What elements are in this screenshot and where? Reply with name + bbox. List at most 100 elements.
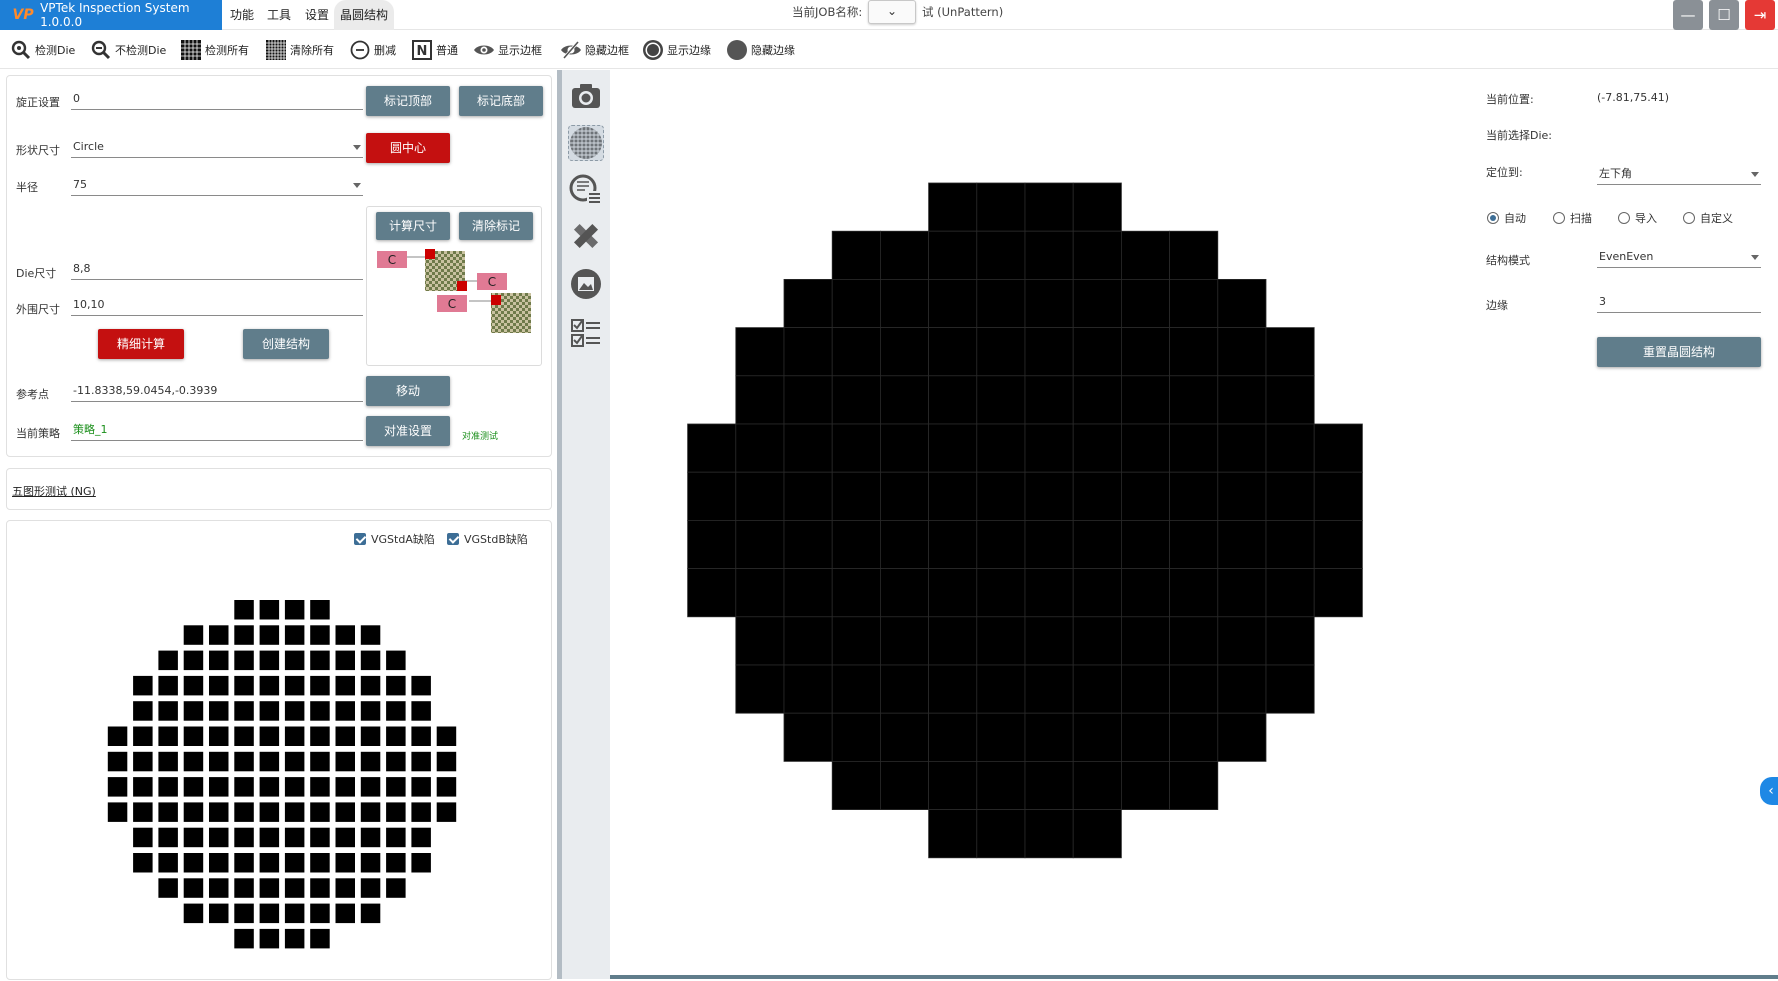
- mini-map-die[interactable]: [158, 751, 178, 772]
- mini-map-die[interactable]: [209, 878, 229, 898]
- mini-map-die[interactable]: [234, 600, 254, 620]
- wafer-die[interactable]: [1072, 616, 1122, 666]
- skip-die-button[interactable]: 不检测Die: [90, 38, 166, 62]
- wafer-die[interactable]: [831, 423, 881, 473]
- mini-map-die[interactable]: [259, 878, 280, 898]
- wafer-die[interactable]: [976, 664, 1026, 714]
- mini-map-die[interactable]: [360, 726, 381, 747]
- wafer-die[interactable]: [976, 327, 1026, 377]
- wafer-die[interactable]: [1313, 519, 1363, 569]
- mini-map-die[interactable]: [335, 853, 356, 873]
- normal-button[interactable]: N 普通: [411, 38, 458, 62]
- wafer-die[interactable]: [879, 712, 929, 762]
- wafer-die[interactable]: [879, 519, 929, 569]
- wafer-die[interactable]: [735, 423, 785, 473]
- mini-map-die[interactable]: [284, 751, 305, 772]
- wafer-die[interactable]: [928, 664, 978, 714]
- wafer-die[interactable]: [783, 664, 833, 714]
- mini-map-die[interactable]: [107, 802, 128, 822]
- mini-map-die[interactable]: [259, 600, 280, 620]
- wafer-die[interactable]: [1217, 375, 1267, 425]
- wafer-die[interactable]: [1120, 568, 1170, 618]
- mini-map-die[interactable]: [284, 675, 305, 696]
- mini-map-die[interactable]: [259, 903, 280, 924]
- wafer-die[interactable]: [1120, 616, 1170, 666]
- wafer-die[interactable]: [1024, 423, 1074, 473]
- mini-map-die[interactable]: [284, 802, 305, 822]
- wafer-die[interactable]: [831, 230, 881, 280]
- mini-map-die[interactable]: [158, 827, 178, 848]
- wafer-map-canvas[interactable]: [610, 70, 1440, 975]
- wafer-die[interactable]: [928, 375, 978, 425]
- wafer-die[interactable]: [1169, 519, 1219, 569]
- wafer-die[interactable]: [1024, 278, 1074, 328]
- mini-map-die[interactable]: [133, 777, 153, 797]
- wafer-die[interactable]: [783, 375, 833, 425]
- mini-map-die[interactable]: [158, 701, 178, 721]
- exit-button[interactable]: ⇥: [1745, 0, 1775, 30]
- mini-map-die[interactable]: [310, 777, 330, 797]
- wafer-die[interactable]: [1265, 519, 1315, 569]
- mini-map-die[interactable]: [183, 650, 204, 671]
- wafer-die[interactable]: [1024, 761, 1074, 811]
- mini-map-die[interactable]: [436, 777, 457, 797]
- hide-edge-button[interactable]: 隐藏边缘: [726, 38, 795, 62]
- wafer-die[interactable]: [783, 278, 833, 328]
- mini-map-die[interactable]: [310, 726, 330, 747]
- mini-map-die[interactable]: [107, 751, 128, 772]
- mark-bottom-button[interactable]: 标记底部: [459, 86, 543, 116]
- align-test-link[interactable]: 对准测试: [462, 429, 498, 442]
- mini-map-die[interactable]: [183, 751, 204, 772]
- mini-map-die[interactable]: [158, 675, 178, 696]
- wafer-die[interactable]: [976, 616, 1026, 666]
- wafer-die[interactable]: [1169, 375, 1219, 425]
- mini-map-die[interactable]: [133, 675, 153, 696]
- mini-map-die[interactable]: [259, 726, 280, 747]
- wafer-die[interactable]: [783, 327, 833, 377]
- mini-map-die[interactable]: [284, 928, 305, 949]
- wafer-die[interactable]: [1313, 471, 1363, 521]
- mini-map-die[interactable]: [310, 802, 330, 822]
- wafer-die[interactable]: [831, 664, 881, 714]
- wafer-die[interactable]: [1217, 616, 1267, 666]
- calc-size-button[interactable]: 计算尺寸: [376, 212, 450, 240]
- wafer-die[interactable]: [879, 761, 929, 811]
- create-structure-button[interactable]: 创建结构: [243, 329, 329, 359]
- wafer-die[interactable]: [831, 712, 881, 762]
- wafer-die[interactable]: [687, 423, 737, 473]
- wafer-die[interactable]: [1072, 375, 1122, 425]
- wafer-die[interactable]: [879, 327, 929, 377]
- mini-map-die[interactable]: [360, 650, 381, 671]
- mini-map-die[interactable]: [259, 751, 280, 772]
- wafer-die[interactable]: [1072, 230, 1122, 280]
- mini-map-die[interactable]: [360, 625, 381, 645]
- align-settings-button[interactable]: 对准设置: [366, 416, 450, 446]
- mini-map-die[interactable]: [436, 802, 457, 822]
- mini-map-die[interactable]: [411, 701, 431, 721]
- mini-map-die[interactable]: [259, 928, 280, 949]
- image-frame-button[interactable]: [568, 266, 604, 302]
- mini-map-die[interactable]: [259, 827, 280, 848]
- wafer-die[interactable]: [1120, 375, 1170, 425]
- mini-map-die[interactable]: [183, 878, 204, 898]
- mini-map-die[interactable]: [284, 726, 305, 747]
- wafer-die[interactable]: [1169, 423, 1219, 473]
- outer-size-input[interactable]: 10,10: [71, 296, 363, 316]
- mini-map-die[interactable]: [158, 726, 178, 747]
- mini-map-die[interactable]: [284, 878, 305, 898]
- mini-map-die[interactable]: [411, 726, 431, 747]
- mini-map-die[interactable]: [335, 675, 356, 696]
- wafer-die[interactable]: [976, 423, 1026, 473]
- wafer-die[interactable]: [1024, 616, 1074, 666]
- mini-map-die[interactable]: [284, 777, 305, 797]
- wafer-die[interactable]: [1120, 519, 1170, 569]
- wafer-die[interactable]: [1313, 423, 1363, 473]
- wafer-die[interactable]: [976, 375, 1026, 425]
- mini-map-die[interactable]: [234, 853, 254, 873]
- wafer-die[interactable]: [735, 519, 785, 569]
- mini-map-die[interactable]: [436, 726, 457, 747]
- wafer-die[interactable]: [687, 471, 737, 521]
- mini-map-die[interactable]: [360, 802, 381, 822]
- mini-map-die[interactable]: [234, 827, 254, 848]
- wafer-die[interactable]: [735, 664, 785, 714]
